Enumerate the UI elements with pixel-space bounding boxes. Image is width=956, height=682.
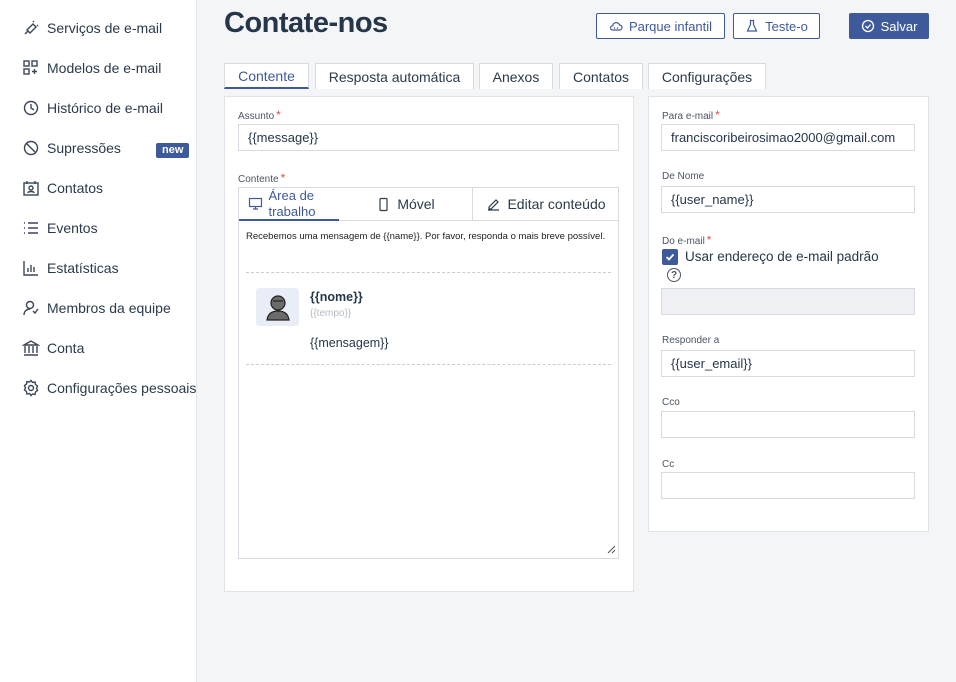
sidebar-item-label: Conta xyxy=(47,340,85,356)
preview-divider-bottom xyxy=(246,364,611,365)
help-icon[interactable]: ? xyxy=(667,268,681,282)
sidebar-item-label: Serviços de e-mail xyxy=(47,20,163,36)
from-email-label: Do e-mail * xyxy=(662,233,712,247)
pencil-icon xyxy=(488,198,500,211)
plug-icon xyxy=(24,20,39,35)
avatar xyxy=(256,288,299,326)
bank-icon xyxy=(22,340,40,356)
sidebar-item-label: Membros da equipe xyxy=(47,300,171,316)
from-name-input[interactable]: {{user_name}} xyxy=(661,186,915,213)
ban-icon xyxy=(23,140,39,156)
contacts-icon xyxy=(23,181,39,196)
tab-content[interactable]: Contente xyxy=(224,63,309,89)
content-editor: Área de trabalho Móvel Editar conteúdo R… xyxy=(238,187,619,559)
team-icon xyxy=(23,300,39,316)
editor-tab-desktop[interactable]: Área de trabalho xyxy=(239,188,339,221)
from-name-label: De Nome xyxy=(662,171,705,182)
default-email-label[interactable]: Usar endereço de e-mail padrão xyxy=(685,249,879,264)
resize-handle-icon[interactable] xyxy=(606,544,616,554)
sidebar-item-team-members[interactable]: Membros da equipe xyxy=(22,296,171,320)
tab-attachments[interactable]: Anexos xyxy=(479,63,553,89)
preview-divider-top xyxy=(246,272,611,273)
sidebar-item-label: Histórico de e-mail xyxy=(47,100,163,116)
sidebar-item-label: Configurações pessoais xyxy=(47,380,197,396)
editor-tab-mobile[interactable]: Móvel xyxy=(339,188,472,221)
list-icon xyxy=(24,222,38,234)
preview-name: {{nome}} xyxy=(310,290,363,304)
content-label: Contente * xyxy=(238,171,286,185)
sidebar: Serviços de e-mail Modelos de e-mail His… xyxy=(0,0,197,682)
to-email-input[interactable]: franciscoribeirosimao2000@gmail.com xyxy=(661,124,915,151)
sidebar-item-suppressions[interactable]: Supressões xyxy=(22,136,121,160)
subject-label: Assunto * xyxy=(238,108,281,122)
reply-to-input[interactable]: {{user_email}} xyxy=(661,350,915,377)
tab-settings[interactable]: Configurações xyxy=(648,63,766,89)
bar-chart-icon xyxy=(23,261,38,276)
flask-icon xyxy=(746,19,758,32)
test-button[interactable]: Teste-o xyxy=(733,13,820,39)
cc-label: Cc xyxy=(662,459,675,470)
sidebar-item-email-services[interactable]: Serviços de e-mail xyxy=(22,16,162,40)
reply-to-label: Responder a xyxy=(662,335,720,346)
subject-input[interactable]: {{message}} xyxy=(238,124,619,151)
mobile-icon xyxy=(379,197,388,211)
save-button[interactable]: Salvar xyxy=(849,13,929,39)
cc-input[interactable] xyxy=(661,472,915,499)
to-email-label: Para e-mail * xyxy=(662,108,720,122)
sidebar-item-label: Eventos xyxy=(47,220,98,236)
check-icon xyxy=(665,253,675,261)
bcc-input[interactable] xyxy=(661,411,915,438)
bcc-label: Cco xyxy=(662,397,680,408)
tab-contacts[interactable]: Contatos xyxy=(559,63,643,89)
gear-icon xyxy=(23,379,39,397)
new-badge: new xyxy=(156,143,190,158)
page-title: Contate-nos xyxy=(224,7,388,39)
preview-message: {{mensagem}} xyxy=(310,336,389,350)
monitor-icon xyxy=(248,197,262,210)
playground-button[interactable]: Parque infantil xyxy=(596,13,725,39)
sidebar-item-account[interactable]: Conta xyxy=(22,336,84,360)
sidebar-item-label: Modelos de e-mail xyxy=(47,60,162,76)
sidebar-item-personal-settings[interactable]: Configurações pessoais xyxy=(22,376,196,400)
history-icon xyxy=(23,100,39,116)
tab-auto-reply[interactable]: Resposta automática xyxy=(315,63,474,89)
editor-tab-edit[interactable]: Editar conteúdo xyxy=(473,188,619,221)
default-email-checkbox[interactable] xyxy=(662,249,678,265)
from-email-input xyxy=(661,288,915,315)
sidebar-item-contacts[interactable]: Contatos xyxy=(22,176,103,200)
sidebar-item-label: Contatos xyxy=(47,180,104,196)
sidebar-item-email-history[interactable]: Histórico de e-mail xyxy=(22,96,163,120)
sidebar-item-label: Estatísticas xyxy=(47,260,119,276)
cloud-icon xyxy=(609,22,623,31)
sidebar-item-email-templates[interactable]: Modelos de e-mail xyxy=(22,56,161,80)
sidebar-item-events[interactable]: Eventos xyxy=(22,216,98,240)
templates-icon xyxy=(23,60,38,75)
person-avatar-icon xyxy=(265,295,290,321)
preview-intro: Recebemos uma mensagem de {{name}}. Por … xyxy=(246,231,606,242)
sidebar-item-label: Supressões xyxy=(47,140,121,156)
sidebar-item-statistics[interactable]: Estatísticas xyxy=(22,256,119,280)
preview-time: {{tempo}} xyxy=(310,308,352,319)
check-circle-icon xyxy=(861,19,874,33)
